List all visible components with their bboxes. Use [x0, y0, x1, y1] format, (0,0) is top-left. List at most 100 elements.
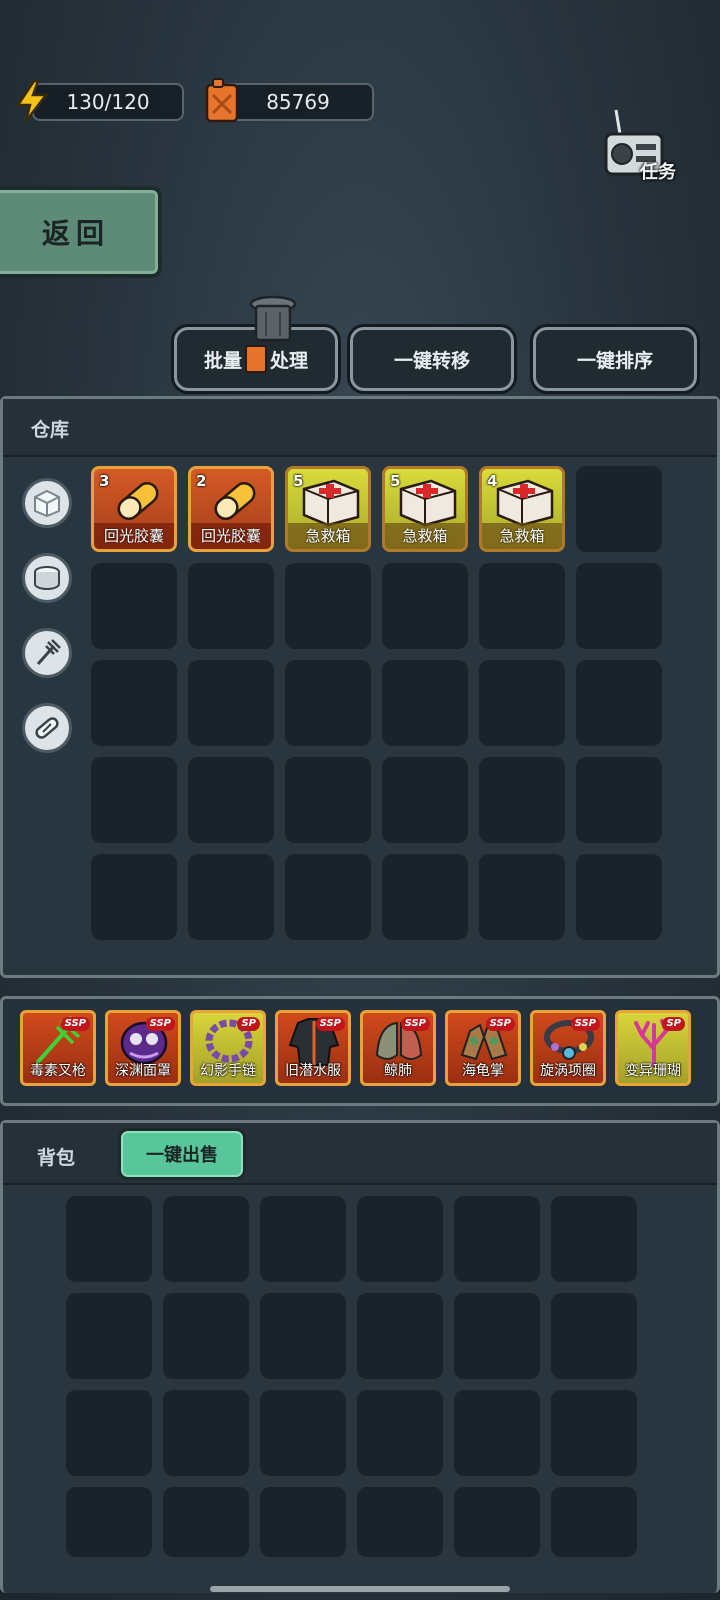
trident-icon: [36, 639, 61, 665]
rank-badge: SSP: [145, 1017, 175, 1031]
backpack-slot[interactable]: [357, 1293, 443, 1379]
backpack-slot[interactable]: [357, 1196, 443, 1282]
warehouse-slot[interactable]: [188, 854, 274, 940]
warehouse-slot[interactable]: [576, 563, 662, 649]
backpack-slot[interactable]: [551, 1487, 637, 1557]
equipment-slot-turtle-palm[interactable]: SSP 海龟掌: [445, 1010, 521, 1086]
fuel-can-icon: [202, 76, 242, 124]
backpack-slot[interactable]: [260, 1196, 346, 1282]
warehouse-slot[interactable]: [285, 854, 371, 940]
backpack-slot[interactable]: [357, 1487, 443, 1557]
item-count: 3: [99, 472, 110, 490]
warehouse-item[interactable]: 3 回光胶囊: [91, 466, 177, 552]
warehouse-slot[interactable]: [382, 660, 468, 746]
equipment-slot-phantom-bracelet[interactable]: SP 幻影手链: [190, 1010, 266, 1086]
backpack-slot[interactable]: [66, 1196, 152, 1282]
warehouse-slot[interactable]: [479, 854, 565, 940]
equipment-slot-abyss-mask[interactable]: SSP 深渊面罩: [105, 1010, 181, 1086]
backpack-slot[interactable]: [66, 1390, 152, 1476]
sort-label: 一键排序: [576, 349, 653, 372]
item-name: 急救箱: [482, 523, 562, 549]
backpack-slot[interactable]: [66, 1487, 152, 1557]
warehouse-slot[interactable]: [188, 660, 274, 746]
rank-badge: SSP: [400, 1017, 430, 1031]
backpack-slot[interactable]: [454, 1293, 540, 1379]
backpack-slot[interactable]: [260, 1390, 346, 1476]
task-button[interactable]: 任务: [598, 108, 690, 184]
one-click-sort-button[interactable]: 一键排序: [533, 327, 697, 391]
equipment-slot-old-diving-suit[interactable]: SSP 旧潜水服: [275, 1010, 351, 1086]
warehouse-slot[interactable]: [91, 660, 177, 746]
backpack-slot[interactable]: [163, 1196, 249, 1282]
warehouse-slot[interactable]: [285, 563, 371, 649]
item-name: 回光胶囊: [191, 523, 271, 549]
backpack-slot[interactable]: [551, 1196, 637, 1282]
warehouse-slot[interactable]: [576, 854, 662, 940]
item-count: 2: [196, 472, 207, 490]
rank-badge: SSP: [570, 1017, 600, 1031]
warehouse-slot[interactable]: [188, 757, 274, 843]
warehouse-slot[interactable]: [479, 563, 565, 649]
warehouse-slot[interactable]: [91, 563, 177, 649]
warehouse-item[interactable]: 2 回光胶囊: [188, 466, 274, 552]
fuel-counter: 85769: [222, 83, 374, 121]
warehouse-slot[interactable]: [479, 757, 565, 843]
lightning-icon: [12, 78, 52, 124]
warehouse-slot[interactable]: [285, 757, 371, 843]
backpack-slot[interactable]: [163, 1293, 249, 1379]
equipment-name: 旋涡项圈: [540, 1063, 596, 1079]
home-indicator[interactable]: [210, 1586, 510, 1592]
warehouse-item[interactable]: 4 急救箱: [479, 466, 565, 552]
warehouse-slot[interactable]: [576, 466, 662, 552]
warehouse-slot[interactable]: [382, 854, 468, 940]
batch-label-2: 处理: [270, 349, 309, 372]
backpack-slot[interactable]: [260, 1487, 346, 1557]
back-button[interactable]: 返回: [0, 186, 162, 278]
fuel-can-small-icon: [245, 345, 267, 373]
warehouse-slot[interactable]: [576, 660, 662, 746]
capsule-icon: [117, 482, 159, 520]
category-medicine-button[interactable]: [22, 703, 72, 753]
backpack-slot[interactable]: [260, 1293, 346, 1379]
category-weapon-button[interactable]: [22, 628, 72, 678]
warehouse-slot[interactable]: [91, 757, 177, 843]
backpack-slot[interactable]: [454, 1196, 540, 1282]
warehouse-slot[interactable]: [576, 757, 662, 843]
equipment-slot-whale-lung[interactable]: SSP 鲸肺: [360, 1010, 436, 1086]
rank-badge: SP: [237, 1017, 260, 1031]
rank-badge: SP: [662, 1017, 685, 1031]
batch-label-1: 批量: [203, 349, 242, 372]
backpack-slot[interactable]: [163, 1487, 249, 1557]
warehouse-item[interactable]: 5 急救箱: [285, 466, 371, 552]
backpack-slot[interactable]: [454, 1487, 540, 1557]
category-box-button[interactable]: [22, 478, 72, 528]
equipment-slot-vortex-collar[interactable]: SSP 旋涡项圈: [530, 1010, 606, 1086]
category-can-button[interactable]: [22, 553, 72, 603]
rank-badge: SSP: [315, 1017, 345, 1031]
capsule-icon: [214, 482, 256, 520]
item-name: 急救箱: [288, 523, 368, 549]
backpack-slot[interactable]: [551, 1390, 637, 1476]
backpack-slot[interactable]: [551, 1293, 637, 1379]
equipment-slot-mutant-coral[interactable]: SP 变异珊瑚: [615, 1010, 691, 1086]
pill-icon: [35, 717, 59, 739]
warehouse-slot[interactable]: [382, 563, 468, 649]
warehouse-title: 仓库: [31, 419, 70, 441]
backpack-slot[interactable]: [454, 1390, 540, 1476]
warehouse-slot[interactable]: [479, 660, 565, 746]
warehouse-slot[interactable]: [382, 757, 468, 843]
one-click-sell-button[interactable]: 一键出售: [118, 1128, 246, 1180]
warehouse-slot[interactable]: [285, 660, 371, 746]
item-name: 急救箱: [385, 523, 465, 549]
warehouse-item[interactable]: 5 急救箱: [382, 466, 468, 552]
backpack-slot[interactable]: [357, 1390, 443, 1476]
backpack-slot[interactable]: [163, 1390, 249, 1476]
item-count: 5: [390, 472, 401, 490]
one-click-transfer-button[interactable]: 一键转移: [350, 327, 514, 391]
warehouse-slot[interactable]: [91, 854, 177, 940]
warehouse-slot[interactable]: [188, 563, 274, 649]
backpack-slot[interactable]: [66, 1293, 152, 1379]
transfer-label: 一键转移: [393, 349, 470, 372]
equipment-slot-poison-trident[interactable]: SSP 毒素叉枪: [20, 1010, 96, 1086]
equipment-name: 毒素叉枪: [30, 1063, 86, 1079]
